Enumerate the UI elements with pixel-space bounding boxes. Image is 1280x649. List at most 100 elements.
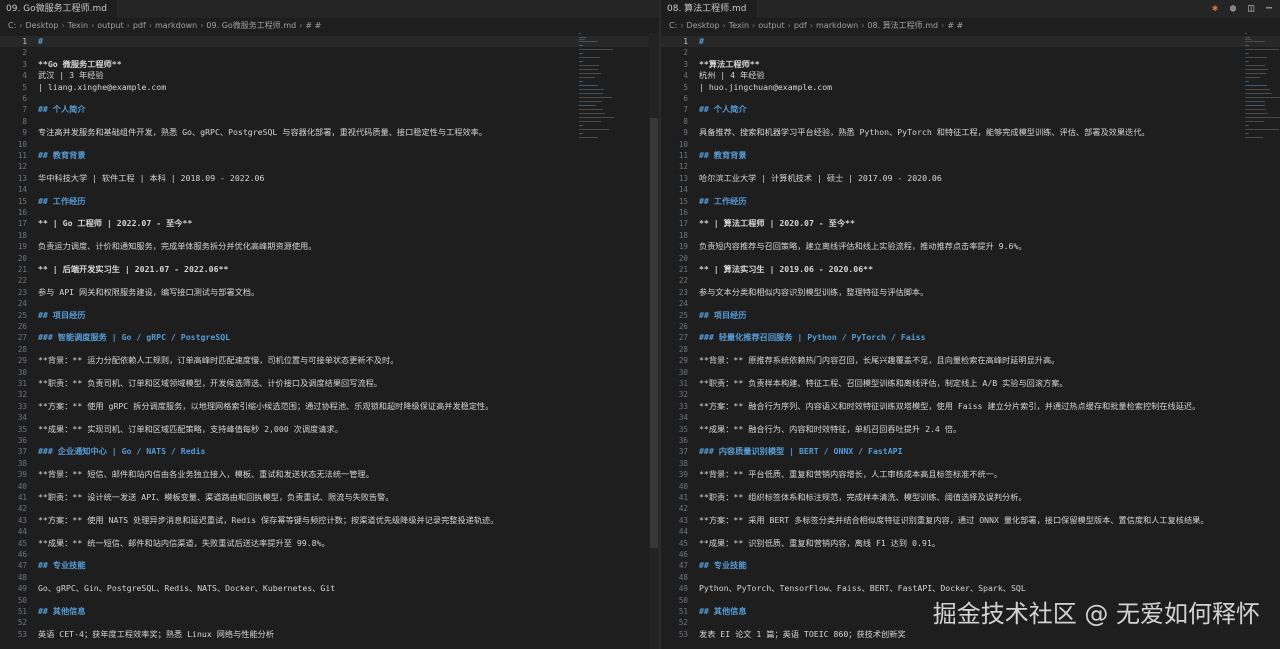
open-changes-icon[interactable]: ✱: [1210, 4, 1220, 14]
code-line[interactable]: 23 参与 API 网关和权限服务建设，编写接口测试与部署文档。: [0, 287, 659, 298]
code-line[interactable]: 40: [0, 481, 659, 492]
code-line[interactable]: 24: [661, 298, 1280, 309]
code-line[interactable]: 26: [0, 321, 659, 332]
code-line[interactable]: 3 **Go 微服务工程师**: [0, 59, 659, 70]
vertical-scrollbar[interactable]: [649, 33, 659, 649]
code-line[interactable]: 47 ## 专业技能: [0, 560, 659, 571]
code-line[interactable]: 9 具备推荐、搜索和机器学习平台经验，熟悉 Python、PyTorch 和特征工…: [661, 127, 1280, 138]
code-line[interactable]: 22: [661, 275, 1280, 286]
code-line[interactable]: 39 **背景：** 短信、邮件和站内信由各业务独立接入，模板、重试和发送状态无法…: [0, 469, 659, 480]
code-line[interactable]: 36: [0, 435, 659, 446]
code-line[interactable]: 18: [661, 230, 1280, 241]
code-line[interactable]: 35 **成果：** 融合行为、内容和时效特征，单机召回吞吐提升 2.4 倍。: [661, 424, 1280, 435]
code-line[interactable]: 34: [0, 412, 659, 423]
breadcrumb-item[interactable]: 08. 算法工程师.md: [867, 21, 938, 30]
code-line[interactable]: 14: [661, 184, 1280, 195]
code-line[interactable]: 16: [0, 207, 659, 218]
code-line[interactable]: 11 ## 教育背景: [661, 150, 1280, 161]
code-line[interactable]: 4 武汉 | 3 年经验: [0, 70, 659, 81]
code-line[interactable]: 19 负责运力调度、计价和通知服务，完成单体服务拆分并优化高峰期资源使用。: [0, 241, 659, 252]
code-line[interactable]: 42: [0, 503, 659, 514]
code-line[interactable]: 33 **方案：** 融合行为序列、内容语义和时效特征训练双塔模型，使用 Fais…: [661, 401, 1280, 412]
code-line[interactable]: 7 ## 个人简介: [661, 104, 1280, 115]
code-line[interactable]: 28: [661, 344, 1280, 355]
code-line[interactable]: 12: [661, 161, 1280, 172]
code-line[interactable]: 49 Python、PyTorch、TensorFlow、Faiss、BERT、F…: [661, 583, 1280, 594]
code-line[interactable]: 24: [0, 298, 659, 309]
code-line[interactable]: 32: [0, 389, 659, 400]
breadcrumb-item[interactable]: Texin: [729, 21, 749, 30]
code-line[interactable]: 30: [661, 367, 1280, 378]
code-line[interactable]: 30: [0, 367, 659, 378]
breadcrumb-item[interactable]: output: [758, 21, 784, 30]
code-line[interactable]: 12: [0, 161, 659, 172]
code-line[interactable]: 16: [661, 207, 1280, 218]
code-editor-right[interactable]: 1 # 2 3 **算法工程师** 4 杭州 | 4 年经验 5 | huo.jingchu…: [661, 33, 1280, 649]
code-line[interactable]: 45 **成果：** 识别低质、重复和营销内容，离线 F1 达到 0.91。: [661, 538, 1280, 549]
code-line[interactable]: 35 **成果：** 实现司机、订单和区域匹配策略，支持峰值每秒 2,000 次调…: [0, 424, 659, 435]
code-line[interactable]: 46: [0, 549, 659, 560]
code-line[interactable]: 25 ## 项目经历: [0, 310, 659, 321]
code-line[interactable]: 50: [0, 595, 659, 606]
code-line[interactable]: 2: [661, 47, 1280, 58]
code-line[interactable]: 10: [0, 139, 659, 150]
code-line[interactable]: 49 Go、gRPC、Gin、PostgreSQL、Redis、NATS、Dock…: [0, 583, 659, 594]
code-line[interactable]: 5 | huo.jingchuan@example.com: [661, 82, 1280, 93]
code-line[interactable]: 45 **成果：** 统一短信、邮件和站内信渠道，失败重试后送达率提升至 99.8…: [0, 538, 659, 549]
code-line[interactable]: 34: [661, 412, 1280, 423]
breadcrumb-item[interactable]: markdown: [155, 21, 197, 30]
code-line[interactable]: 36: [661, 435, 1280, 446]
code-line[interactable]: 18: [0, 230, 659, 241]
code-line[interactable]: 9 专注高并发服务和基础组件开发，熟悉 Go、gRPC、PostgreSQL 与容…: [0, 127, 659, 138]
code-line[interactable]: 17 ** | 算法工程师 | 2020.07 - 至今**: [661, 218, 1280, 229]
breadcrumb-item[interactable]: C:: [8, 21, 16, 30]
code-line[interactable]: 26: [661, 321, 1280, 332]
code-line[interactable]: 8: [0, 116, 659, 127]
code-line[interactable]: 11 ## 教育背景: [0, 150, 659, 161]
code-line[interactable]: 10: [661, 139, 1280, 150]
code-line[interactable]: 6: [661, 93, 1280, 104]
code-line[interactable]: 20: [661, 253, 1280, 264]
code-line[interactable]: 7 ## 个人简介: [0, 104, 659, 115]
code-line[interactable]: 1 #: [0, 36, 659, 48]
more-actions-icon[interactable]: ⋯: [1264, 4, 1274, 14]
breadcrumb-item[interactable]: pdf: [133, 21, 146, 30]
code-line[interactable]: 13 哈尔滨工业大学 | 计算机技术 | 硕士 | 2017.09 - 2020.…: [661, 173, 1280, 184]
code-line[interactable]: 44: [0, 526, 659, 537]
breadcrumb-item[interactable]: pdf: [794, 21, 807, 30]
code-line[interactable]: 44: [661, 526, 1280, 537]
code-line[interactable]: 38: [661, 458, 1280, 469]
breadcrumb-item[interactable]: # #: [947, 21, 963, 30]
code-line[interactable]: 20: [0, 253, 659, 264]
code-line[interactable]: 27 ### 轻量化推荐召回服务 | Python / PyTorch / Fai…: [661, 332, 1280, 343]
code-line[interactable]: 42: [661, 503, 1280, 514]
code-line[interactable]: 29 **背景：** 原推荐系统依赖热门内容召回，长尾兴趣覆盖不足，且向量检索在高…: [661, 355, 1280, 366]
code-line[interactable]: 48: [0, 572, 659, 583]
code-line[interactable]: 14: [0, 184, 659, 195]
code-line[interactable]: 43 **方案：** 使用 NATS 处理异步消息和延迟重试，Redis 保存幂等…: [0, 515, 659, 526]
code-line[interactable]: 31 **职责：** 负责样本构建、特征工程、召回模型训练和离线评估，制定线上 A…: [661, 378, 1280, 389]
code-line[interactable]: 41 **职责：** 组织标签体系和标注规范，完成样本清洗、模型训练、阈值选择及误…: [661, 492, 1280, 503]
code-line[interactable]: 1 #: [661, 36, 1280, 48]
code-line[interactable]: 31 **职责：** 负责司机、订单和区域领域模型，开发候选筛选、计价接口及调度结…: [0, 378, 659, 389]
breadcrumb-item[interactable]: output: [97, 21, 123, 30]
code-line[interactable]: 25 ## 项目经历: [661, 310, 1280, 321]
code-line[interactable]: 17 ** | Go 工程师 | 2022.07 - 至今**: [0, 218, 659, 229]
breadcrumb[interactable]: C: › Desktop › Texin › output › pdf › markdown › 09.…: [0, 19, 659, 33]
more-actions-icon[interactable]: ◫: [1246, 4, 1256, 14]
code-line[interactable]: 13 华中科技大学 | 软件工程 | 本科 | 2018.09 - 2022.06: [0, 173, 659, 184]
scrollbar-thumb[interactable]: [650, 118, 658, 548]
breadcrumb[interactable]: C: › Desktop › Texin › output › pdf › markdown › 08.…: [661, 19, 1280, 33]
breadcrumb-item[interactable]: Desktop: [25, 21, 58, 30]
code-line[interactable]: 32: [661, 389, 1280, 400]
code-line[interactable]: 6: [0, 93, 659, 104]
breadcrumb-item[interactable]: # #: [305, 21, 321, 30]
code-line[interactable]: 33 **方案：** 使用 gRPC 拆分调度服务，以地理网格索引缩小候选范围；通…: [0, 401, 659, 412]
minimap[interactable]: [579, 33, 623, 138]
minimap[interactable]: [1245, 33, 1280, 138]
code-line[interactable]: 53 英语 CET-4；获年度工程效率奖；熟悉 Linux 网络与性能分析: [0, 629, 659, 640]
code-line[interactable]: 48: [661, 572, 1280, 583]
code-line[interactable]: 52: [0, 617, 659, 628]
code-line[interactable]: 19 负责短内容推荐与召回策略，建立离线评估和线上实验流程，推动推荐点击率提升 9…: [661, 241, 1280, 252]
code-line[interactable]: 37 ### 内容质量识别模型 | BERT / ONNX / FastAPI: [661, 446, 1280, 457]
